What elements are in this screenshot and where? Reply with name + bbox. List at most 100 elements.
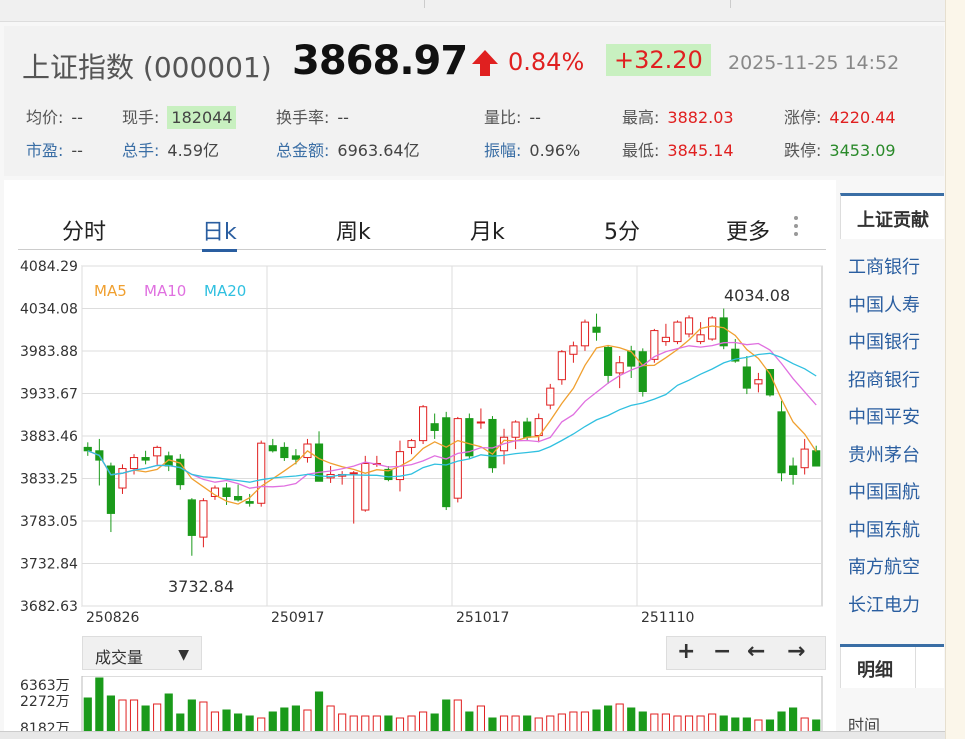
sidebar-item[interactable]: 招商银行 bbox=[840, 356, 944, 394]
quote-timestamp: 2025-11-25 14:52 bbox=[728, 52, 900, 74]
volume-bar bbox=[511, 715, 520, 732]
sidebar-item[interactable]: 中国银行 bbox=[840, 318, 944, 356]
chart-legend: MA5 MA10 MA20 bbox=[94, 282, 246, 300]
stat-limit-down: 跌停: 3453.09 bbox=[784, 141, 896, 160]
toolbar-divider bbox=[730, 0, 731, 8]
candlestick-chart[interactable]: 4084.29 4034.08 3983.88 3933.67 3883.46 3833.… bbox=[4, 260, 836, 640]
candle-body bbox=[361, 462, 370, 511]
volume-bar bbox=[442, 699, 451, 732]
y-tick-label: 3783.05 bbox=[20, 514, 78, 530]
candle-body bbox=[742, 366, 751, 389]
volume-bar bbox=[546, 715, 555, 732]
volume-bar bbox=[187, 699, 196, 732]
sidebar-item[interactable]: 贵州茅台 bbox=[840, 431, 944, 469]
candle-body bbox=[349, 472, 358, 475]
candle-body bbox=[546, 387, 555, 406]
stat-high: 最高: 3882.03 bbox=[622, 108, 734, 127]
volume-chart: 6363万 2272万 8182万 bbox=[20, 676, 823, 732]
tab-detail[interactable]: 明细 bbox=[840, 647, 916, 688]
sidebar-item[interactable]: 南方航空 bbox=[840, 543, 944, 581]
candle-body bbox=[615, 362, 624, 374]
stat-amount: 总金额: 6963.64亿 bbox=[276, 141, 420, 160]
candle-body bbox=[488, 418, 497, 469]
candle-body bbox=[268, 445, 277, 452]
volume-bar bbox=[372, 715, 381, 732]
chart-panel: 分时 日k 周k 月k 5分 更多 4084.29 4034.08 3983.88 3… bbox=[4, 180, 836, 739]
zoom-out-button[interactable]: − bbox=[713, 639, 731, 664]
change-percent: 0.84% bbox=[508, 48, 585, 76]
annotation-high: 4034.08 bbox=[724, 286, 790, 305]
volume-bar bbox=[384, 715, 393, 732]
sidebar-item[interactable]: 工商银行 bbox=[840, 243, 944, 281]
sidebar-title[interactable]: 上证贡献 bbox=[840, 193, 944, 239]
volume-bar bbox=[592, 709, 601, 732]
chart-nav: + − ← → bbox=[666, 636, 826, 670]
volume-bar bbox=[407, 715, 416, 732]
candle-body bbox=[800, 448, 809, 469]
tab-more[interactable]: 更多 bbox=[726, 214, 770, 246]
sidebar-item[interactable]: 中国国航 bbox=[840, 468, 944, 506]
sidebar-item[interactable]: 长江电力 bbox=[840, 581, 944, 619]
candle-body bbox=[777, 411, 786, 474]
tab-daily-k[interactable]: 日k bbox=[202, 214, 237, 252]
volume-bar bbox=[395, 717, 405, 732]
y-tick-label: 3732.84 bbox=[20, 556, 78, 572]
period-tabs: 分时 日k 周k 月k 5分 更多 bbox=[18, 210, 826, 252]
candle-body bbox=[673, 321, 682, 343]
candle-body bbox=[708, 317, 717, 340]
candle-body bbox=[291, 455, 300, 460]
more-dots-icon[interactable] bbox=[794, 216, 798, 240]
candle-body bbox=[187, 499, 196, 536]
volume-bar bbox=[338, 713, 347, 732]
volume-bar bbox=[684, 715, 694, 732]
volume-bar bbox=[176, 713, 185, 732]
horizontal-scrollbar[interactable] bbox=[0, 731, 945, 739]
sidebar-item[interactable]: 中国平安 bbox=[840, 393, 944, 431]
candle-body bbox=[129, 457, 139, 470]
candle-body bbox=[430, 423, 439, 431]
legend-ma20: MA20 bbox=[204, 282, 246, 300]
pan-right-button[interactable]: → bbox=[787, 639, 805, 664]
volume-bar bbox=[731, 717, 740, 732]
volume-bar bbox=[430, 713, 439, 732]
toolbar-divider bbox=[424, 0, 425, 8]
volume-bar bbox=[580, 711, 590, 732]
volume-bar bbox=[118, 699, 127, 732]
contribution-sidebar: 上证贡献 工商银行 中国人寿 中国银行 招商银行 中国平安 贵州茅台 中国国航 … bbox=[840, 193, 944, 618]
candle-body bbox=[141, 457, 150, 461]
volume-bar bbox=[268, 711, 277, 732]
tab-5min[interactable]: 5分 bbox=[604, 214, 640, 246]
legend-ma10: MA10 bbox=[144, 282, 186, 300]
volume-bar bbox=[638, 711, 647, 732]
tab-monthly-k[interactable]: 月k bbox=[470, 214, 505, 246]
volume-bar bbox=[222, 709, 231, 732]
candle-body bbox=[627, 350, 636, 367]
volume-bar bbox=[153, 703, 162, 732]
candle-body bbox=[476, 421, 485, 424]
x-tick-label: 250826 bbox=[86, 610, 140, 626]
tab-intraday[interactable]: 分时 bbox=[62, 214, 106, 246]
tab-weekly-k[interactable]: 周k bbox=[336, 214, 371, 246]
sidebar-item[interactable]: 中国东航 bbox=[840, 506, 944, 544]
candle-body bbox=[199, 500, 208, 538]
zoom-in-button[interactable]: + bbox=[677, 639, 695, 664]
sidebar-item[interactable]: 中国人寿 bbox=[840, 281, 944, 319]
volume-bar bbox=[164, 693, 173, 732]
y-tick-label: 4034.08 bbox=[20, 302, 78, 318]
index-name: 上证指数 (000001) bbox=[22, 51, 272, 84]
candle-body bbox=[523, 421, 532, 438]
volume-bar bbox=[95, 677, 104, 732]
indicator-select[interactable]: 成交量 ▼ bbox=[82, 636, 202, 670]
y-tick-label: 3833.25 bbox=[20, 472, 78, 488]
volume-bar bbox=[280, 707, 289, 732]
candle-body bbox=[106, 465, 115, 514]
volume-bar bbox=[800, 717, 809, 732]
volume-bar bbox=[708, 713, 717, 732]
volume-bar bbox=[314, 691, 324, 732]
volume-bar bbox=[476, 705, 485, 732]
pan-left-button[interactable]: ← bbox=[747, 639, 765, 664]
candle-body bbox=[557, 351, 566, 381]
candle-body bbox=[222, 487, 231, 497]
chart-grid bbox=[81, 265, 823, 607]
candle-body bbox=[257, 442, 266, 504]
